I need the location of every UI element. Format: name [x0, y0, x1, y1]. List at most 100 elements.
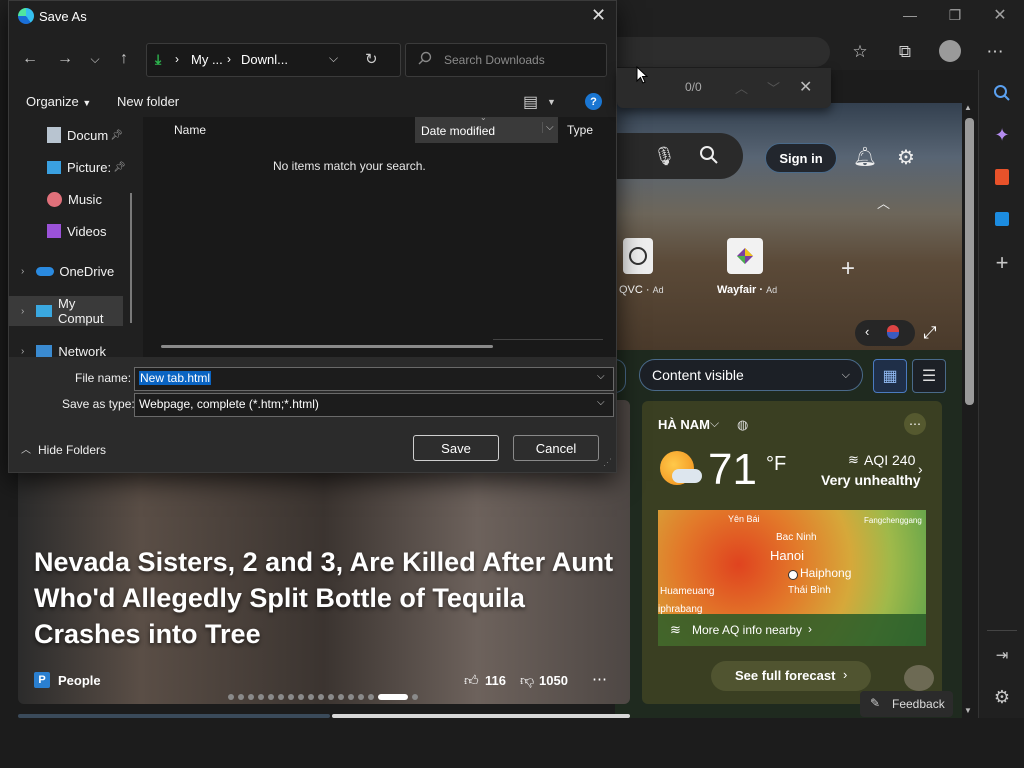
column-header-date-modified[interactable]: Date modified ⌄ ⌵ [415, 113, 558, 143]
tree-item-videos[interactable]: Videos [9, 216, 143, 246]
tree-item-documents[interactable]: Docum 📌︎ [9, 120, 143, 150]
up-arrow-icon[interactable]: ↑ [107, 42, 141, 76]
feedback-button[interactable]: ✎ Feedback [860, 691, 953, 717]
help-icon[interactable]: ? [585, 93, 602, 110]
add-shortcut-icon[interactable]: + [841, 255, 855, 283]
carousel-dot[interactable] [298, 694, 304, 700]
microphone-icon[interactable]: 🎙︎ [653, 146, 676, 167]
collapse-chevron-up-icon[interactable]: ︿ [877, 193, 890, 212]
weather-location[interactable]: HÀ NAM [658, 417, 710, 432]
search-sidebar-icon[interactable] [979, 76, 1024, 110]
tree-scrollbar[interactable] [130, 193, 132, 323]
save-button[interactable]: Save [413, 435, 499, 461]
qvc-tile-icon[interactable] [623, 238, 653, 274]
more-aq-bar[interactable]: ≋ More AQ info nearby › [658, 614, 926, 646]
aqi-status[interactable]: Very unhealthy [821, 472, 921, 488]
scroll-down-arrow-icon[interactable]: ▼ [964, 706, 972, 715]
minimize-button[interactable]: — [890, 0, 930, 30]
copilot-icon[interactable]: ✦ [979, 118, 1024, 152]
dialog-close-icon[interactable]: ✕ [591, 5, 606, 26]
globe-icon[interactable]: ◍ [737, 417, 748, 433]
search-downloads-input[interactable]: Search Downloads [405, 43, 607, 77]
carousel-dot[interactable] [338, 694, 344, 700]
web-search-box[interactable] [615, 133, 743, 179]
carousel-dot[interactable] [412, 694, 418, 700]
profile-avatar[interactable] [939, 40, 961, 62]
carousel-dot-active[interactable] [378, 694, 408, 700]
like-icon[interactable]: 👍︎ [464, 672, 479, 689]
expand-image-icon[interactable]: ⤢ [923, 323, 937, 343]
tree-item-network[interactable]: › Network [9, 336, 143, 357]
expand-chevron-icon[interactable]: › [21, 346, 24, 357]
save-type-select[interactable]: Webpage, complete (*.htm;*.html) ⌵ [134, 393, 614, 417]
carousel-dot[interactable] [358, 694, 364, 700]
carousel-dot[interactable] [278, 694, 284, 700]
horizontal-scrollbar[interactable] [161, 345, 493, 348]
find-previous-icon[interactable]: ︿ [735, 78, 748, 97]
carousel-dot[interactable] [308, 694, 314, 700]
resize-grip-icon[interactable]: ⋰ [603, 457, 612, 468]
aqi-chevron-icon[interactable]: › [918, 461, 923, 477]
address-breadcrumb[interactable]: ⤓ › My ... › Downl... ⌵ ↻ [146, 43, 401, 77]
sign-in-button[interactable]: Sign in [765, 143, 837, 173]
expand-chevron-icon[interactable]: › [21, 306, 24, 317]
outlook-icon[interactable] [979, 202, 1024, 236]
air-quality-map[interactable]: Yên Bái Fangchenggang Bac Ninh Hanoi Hai… [658, 510, 926, 646]
sidebar-settings-icon[interactable]: ⚙ [979, 680, 1024, 714]
find-next-icon[interactable]: ﹀ [767, 78, 780, 97]
weather-thumbnail[interactable] [904, 665, 934, 691]
list-view-icon[interactable]: ☰ [912, 359, 946, 393]
previous-image-chevron-icon[interactable]: ‹ [865, 324, 869, 339]
page-scrollbar-thumb[interactable] [965, 118, 974, 405]
weather-more-icon[interactable]: ⋯ [904, 413, 926, 435]
column-header-type[interactable]: Type [567, 123, 593, 137]
wayfair-tile-icon[interactable] [727, 238, 763, 274]
back-arrow-icon[interactable]: ← [13, 42, 47, 76]
see-forecast-button[interactable]: See full forecast › [711, 661, 871, 691]
carousel-dot[interactable] [318, 694, 324, 700]
view-options-icon[interactable]: ▤ [523, 92, 538, 112]
carousel-dot[interactable] [248, 694, 254, 700]
search-icon[interactable] [699, 145, 719, 170]
breadcrumb-item[interactable]: My ... [191, 52, 223, 67]
save-type-dropdown-chevron-icon[interactable]: ⌵ [597, 397, 605, 408]
refresh-icon[interactable]: ↻ [365, 50, 378, 68]
restore-button[interactable]: ❐ [935, 0, 975, 30]
breadcrumb-item[interactable]: Downl... [241, 52, 288, 67]
aqi-value[interactable]: AQI 240 [864, 452, 915, 468]
tree-item-music[interactable]: Music [9, 184, 143, 214]
scroll-up-arrow-icon[interactable]: ▲ [964, 103, 972, 112]
office-icon[interactable] [979, 160, 1024, 194]
carousel-dot[interactable] [258, 694, 264, 700]
tree-item-onedrive[interactable]: › OneDrive [9, 256, 143, 286]
cancel-button[interactable]: Cancel [513, 435, 599, 461]
news-more-options-icon[interactable]: ⋯ [592, 670, 607, 688]
carousel-dot[interactable] [368, 694, 374, 700]
carousel-dot[interactable] [288, 694, 294, 700]
hide-sidebar-icon[interactable]: ⇥ [979, 638, 1024, 672]
carousel-dot[interactable] [228, 694, 234, 700]
forward-arrow-icon[interactable]: → [48, 42, 82, 76]
view-dropdown-chevron-icon[interactable]: ▼ [547, 97, 556, 107]
grid-view-icon[interactable]: ▦ [873, 359, 907, 393]
close-window-button[interactable]: ✕ [980, 0, 1020, 30]
collections-icon[interactable]: ⧉ [890, 37, 920, 67]
wayfair-tile-label[interactable]: Wayfair · Ad [717, 284, 777, 296]
file-name-dropdown-chevron-icon[interactable]: ⌵ [597, 371, 605, 382]
tree-item-this-pc[interactable]: › My Comput [9, 296, 123, 326]
expand-chevron-icon[interactable]: › [21, 266, 24, 277]
favorites-star-icon[interactable]: ☆ [845, 37, 875, 67]
carousel-dot[interactable] [238, 694, 244, 700]
news-headline[interactable]: Nevada Sisters, 2 and 3, Are Killed Afte… [34, 544, 624, 652]
dialog-titlebar[interactable]: Save As ✕ [9, 1, 616, 33]
hide-folders-toggle[interactable]: Hide Folders [38, 443, 106, 457]
image-info-icon[interactable] [887, 325, 899, 339]
organize-menu[interactable]: Organize ▼ [26, 94, 91, 109]
file-list[interactable]: Name Date modified ⌄ ⌵ Type No items mat… [143, 113, 616, 357]
location-chevron-icon[interactable]: ⌵ [710, 416, 719, 431]
weather-card[interactable]: HÀ NAM ⌵ ◍ ⋯ 71 °F ≋ AQI 240 Very unheal… [642, 401, 942, 704]
news-source[interactable]: People [58, 673, 101, 688]
news-card-next[interactable] [18, 714, 330, 718]
address-dropdown-chevron-icon[interactable]: ⌵ [329, 51, 338, 66]
temperature-unit[interactable]: °F [766, 453, 786, 476]
